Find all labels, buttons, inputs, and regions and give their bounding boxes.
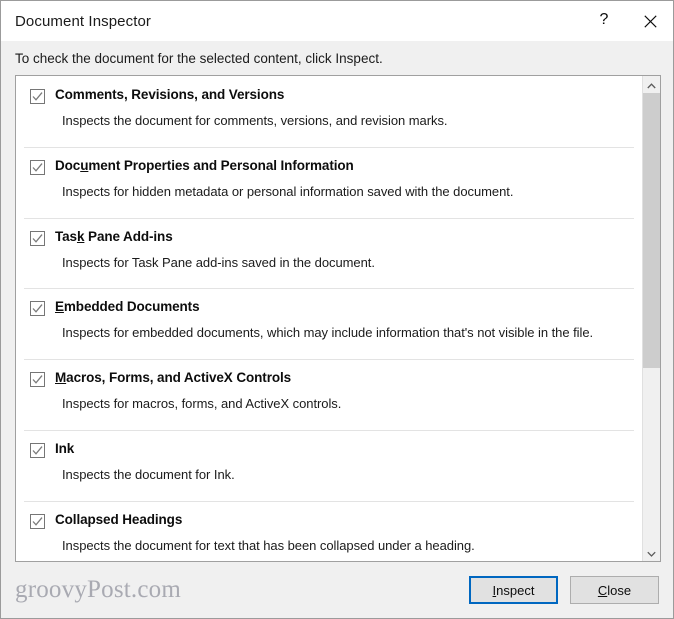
list-item-description: Inspects the document for Ink. <box>62 466 235 482</box>
list-item[interactable]: Collapsed Headings Inspects the document… <box>16 500 642 561</box>
list-item[interactable]: Embedded Documents Inspects for embedded… <box>16 288 642 359</box>
list-item-header: Comments, Revisions, and Versions <box>16 87 642 104</box>
list-item-title: Embedded Documents <box>55 299 200 315</box>
watermark: groovyPost.com <box>15 576 181 603</box>
help-button[interactable]: ? <box>581 1 627 41</box>
inspect-button-label: Inspect <box>492 582 535 598</box>
list-item-description: Inspects for hidden metadata or personal… <box>62 183 514 199</box>
list-item-description: Inspects for macros, forms, and ActiveX … <box>62 396 342 412</box>
scroll-down-button[interactable] <box>643 544 660 561</box>
list-item-description: Inspects for embedded documents, which m… <box>62 325 594 341</box>
footer-buttons: Inspect Close <box>469 576 659 604</box>
list-item-header: Document Properties and Personal Informa… <box>16 158 642 175</box>
close-button[interactable] <box>627 1 673 41</box>
close-icon <box>643 14 657 28</box>
chevron-up-icon <box>647 76 656 94</box>
inspector-list: Comments, Revisions, and Versions Inspec… <box>15 75 661 562</box>
list-item[interactable]: Task Pane Add-ins Inspects for Task Pane… <box>16 217 642 289</box>
inspector-list-items: Comments, Revisions, and Versions Inspec… <box>16 76 642 561</box>
instruction-text: To check the document for the selected c… <box>1 41 673 75</box>
checkbox-document-properties-personal-information[interactable] <box>30 159 45 175</box>
scrollbar-thumb[interactable] <box>643 93 660 369</box>
list-item-title: Collapsed Headings <box>55 511 183 527</box>
list-item-header: Embedded Documents <box>16 299 642 317</box>
list-item-title: Macros, Forms, and ActiveX Controls <box>55 370 292 386</box>
title-bar: Document Inspector ? <box>1 1 673 41</box>
vertical-scrollbar[interactable] <box>642 76 660 561</box>
list-item[interactable]: Document Properties and Personal Informa… <box>16 146 642 218</box>
list-item-header: Ink <box>16 441 642 458</box>
list-item-description: Inspects for Task Pane add-ins saved in … <box>62 254 375 270</box>
scroll-up-button[interactable] <box>643 76 660 93</box>
list-item-title: Ink <box>55 440 75 456</box>
list-item-header: Task Pane Add-ins <box>16 229 642 246</box>
list-item-header: Macros, Forms, and ActiveX Controls <box>16 370 642 388</box>
checkbox-ink[interactable] <box>30 442 45 458</box>
list-item-description: Inspects the document for text that has … <box>62 537 475 553</box>
question-mark-icon: ? <box>599 11 609 28</box>
list-item[interactable]: Comments, Revisions, and Versions Inspec… <box>16 76 642 147</box>
close-button-label: Close <box>597 582 632 598</box>
checkbox-task-pane-add-ins[interactable] <box>30 230 45 246</box>
list-item-title: Comments, Revisions, and Versions <box>55 87 285 102</box>
list-item-header: Collapsed Headings <box>16 512 642 529</box>
close-dialog-button[interactable]: Close <box>570 576 659 604</box>
scrollbar-track[interactable] <box>643 93 660 544</box>
window-title: Document Inspector <box>15 12 152 30</box>
checkbox-macros-forms-activex-controls[interactable] <box>30 372 45 388</box>
document-inspector-dialog: Document Inspector ? To check the docume… <box>0 0 674 619</box>
dialog-footer: groovyPost.com Inspect Close <box>1 562 673 618</box>
list-item-title: Task Pane Add-ins <box>55 228 173 244</box>
checkbox-comments-revisions-versions[interactable] <box>30 89 45 104</box>
list-item[interactable]: Ink Inspects the document for Ink. <box>16 429 642 501</box>
checkbox-collapsed-headings[interactable] <box>30 513 45 529</box>
inspect-button[interactable]: Inspect <box>469 576 558 604</box>
list-item-description: Inspects the document for comments, vers… <box>62 113 448 128</box>
list-item[interactable]: Macros, Forms, and ActiveX Controls Insp… <box>16 359 642 430</box>
checkbox-embedded-documents[interactable] <box>30 301 45 317</box>
title-bar-buttons: ? <box>581 1 673 41</box>
list-item-title: Document Properties and Personal Informa… <box>55 157 354 173</box>
chevron-down-icon <box>647 544 656 562</box>
